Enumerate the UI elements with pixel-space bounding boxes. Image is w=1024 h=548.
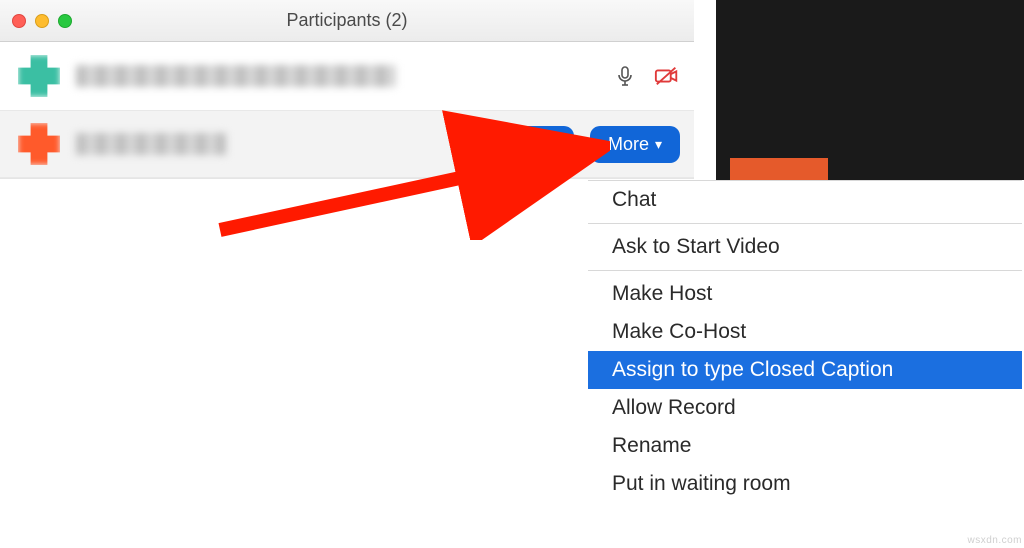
menu-item-make-host[interactable]: Make Host (588, 275, 1022, 313)
more-context-menu: Chat Ask to Start Video Make Host Make C… (588, 180, 1022, 503)
menu-item-ask-start-video[interactable]: Ask to Start Video (588, 228, 1022, 266)
participant-row-guest[interactable]: Mute More ▾ (0, 110, 694, 178)
video-off-icon[interactable] (654, 63, 680, 89)
participants-panel: Participants (2) Mute (0, 0, 694, 179)
menu-item-make-cohost[interactable]: Make Co-Host (588, 313, 1022, 351)
watermark: wsxdn.com (967, 535, 1022, 546)
window-title: Participants (2) (0, 10, 694, 31)
background-dark-panel (716, 0, 1024, 180)
menu-item-chat[interactable]: Chat (588, 181, 1022, 219)
microphone-icon[interactable] (612, 63, 638, 89)
participant-name-redacted (76, 65, 396, 87)
minimize-window-button[interactable] (35, 14, 49, 28)
titlebar: Participants (2) (0, 0, 694, 42)
mute-button[interactable]: Mute (498, 126, 574, 163)
menu-separator (588, 223, 1022, 224)
participant-row-host[interactable] (0, 42, 694, 110)
window-controls (12, 14, 72, 28)
more-button-label: More (608, 134, 649, 155)
menu-item-rename[interactable]: Rename (588, 427, 1022, 465)
participant-name-redacted (76, 133, 226, 155)
avatar (18, 123, 60, 165)
avatar (18, 55, 60, 97)
maximize-window-button[interactable] (58, 14, 72, 28)
menu-item-allow-record[interactable]: Allow Record (588, 389, 1022, 427)
chevron-down-icon: ▾ (655, 136, 662, 153)
mute-button-label: Mute (516, 134, 556, 155)
menu-separator (588, 270, 1022, 271)
menu-item-assign-cc[interactable]: Assign to type Closed Caption (588, 351, 1022, 389)
close-window-button[interactable] (12, 14, 26, 28)
more-button[interactable]: More ▾ (590, 126, 680, 163)
menu-item-waiting-room[interactable]: Put in waiting room (588, 465, 1022, 503)
